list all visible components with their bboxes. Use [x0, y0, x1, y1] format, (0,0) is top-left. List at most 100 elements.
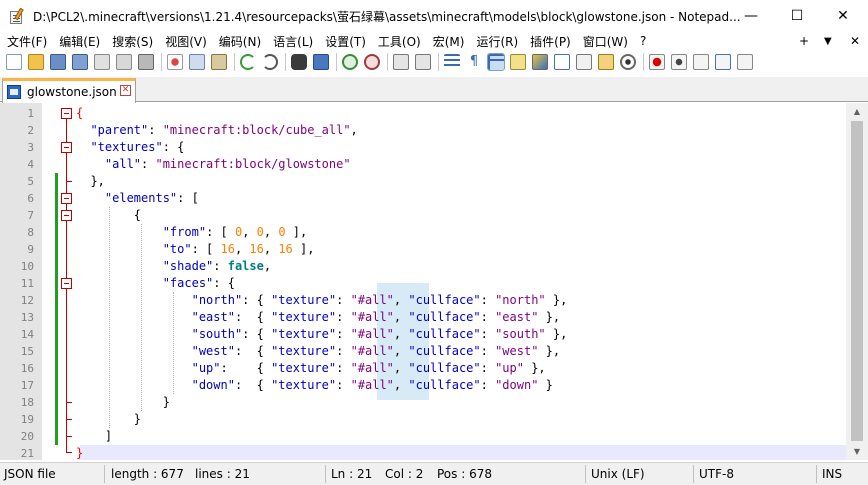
fold-toggle-icon[interactable]	[61, 142, 72, 153]
line-number: 21	[20, 447, 34, 460]
paste-icon[interactable]	[211, 54, 227, 70]
menu-help[interactable]: ?	[633, 34, 651, 48]
find-icon[interactable]	[291, 54, 307, 70]
vertical-scrollbar[interactable]: ▲ ▼	[846, 103, 868, 460]
user-defined-language-icon[interactable]	[510, 54, 526, 70]
status-bar: JSON file length : 677 lines : 21 Ln : 2…	[0, 462, 868, 485]
fold-end-mark	[66, 419, 72, 420]
toolbar-separator	[234, 53, 235, 71]
current-line-highlight	[80, 445, 846, 460]
undo-icon[interactable]	[240, 54, 256, 70]
status-eol-format[interactable]: Unix (LF)	[587, 463, 645, 485]
scroll-down-arrow-icon[interactable]: ▼	[846, 443, 868, 460]
save-all-icon[interactable]	[72, 54, 88, 70]
tab-bar: glowstone.json ✕	[0, 77, 868, 103]
fold-toggle-icon[interactable]	[61, 210, 72, 221]
line-number: 15	[20, 345, 34, 358]
redo-icon[interactable]	[262, 54, 278, 70]
code-line: "parent": "minecraft:block/cube_all",	[90, 123, 358, 137]
tab-list-dropdown-button[interactable]: ▼	[824, 32, 832, 50]
change-marker	[55, 190, 58, 445]
fold-end-mark	[66, 436, 72, 437]
menu-plugins[interactable]: 插件(P)	[523, 33, 576, 50]
new-file-icon[interactable]	[6, 54, 22, 70]
close-button[interactable]: ✕	[820, 0, 866, 32]
fold-toggle-icon[interactable]	[61, 193, 72, 204]
tab-close-icon[interactable]: ✕	[120, 85, 131, 96]
code-line: },	[76, 174, 105, 188]
code-line: "south": { "texture": "#all", "cullface"…	[191, 327, 568, 341]
line-number: 18	[20, 396, 34, 409]
macro-stop-icon[interactable]	[671, 54, 687, 70]
status-encoding[interactable]: UTF-8	[695, 463, 734, 485]
menu-language[interactable]: 语言(L)	[266, 33, 318, 50]
maximize-button[interactable]: ☐	[774, 0, 820, 32]
new-tab-plus-button[interactable]: +	[799, 32, 809, 50]
replace-icon[interactable]	[313, 54, 329, 70]
menu-edit[interactable]: 编辑(E)	[52, 33, 105, 50]
notepad-plus-plus-app-icon	[9, 7, 25, 24]
macro-save-icon[interactable]	[737, 54, 753, 70]
line-number: 11	[20, 277, 34, 290]
sync-vertical-scroll-icon[interactable]	[393, 54, 409, 70]
line-number: 9	[27, 243, 34, 256]
sync-horizontal-scroll-icon[interactable]	[415, 54, 431, 70]
copy-icon[interactable]	[189, 54, 205, 70]
code-line: {	[76, 208, 142, 222]
indent-guide-icon[interactable]	[487, 53, 505, 71]
menu-file[interactable]: 文件(F)	[0, 33, 52, 50]
open-file-icon[interactable]	[28, 54, 44, 70]
toolbar-separator	[336, 53, 337, 71]
menu-encoding[interactable]: 编码(N)	[212, 33, 266, 50]
menu-tools[interactable]: 工具(O)	[371, 33, 426, 50]
menu-view[interactable]: 视图(V)	[158, 33, 212, 50]
folder-as-workspace-icon[interactable]	[598, 54, 614, 70]
line-number-gutter: 1 2 3 4 5 6 7 8 9 10 11 12 13 14 15 16 1…	[0, 103, 42, 460]
fold-end-mark	[66, 402, 72, 403]
code-editor[interactable]: 1 2 3 4 5 6 7 8 9 10 11 12 13 14 15 16 1…	[0, 103, 868, 460]
code-line: "from": [ 0, 0, 0 ],	[162, 225, 308, 239]
tab-glowstone-json[interactable]: glowstone.json ✕	[2, 78, 136, 103]
status-insert-mode[interactable]: INS	[818, 463, 842, 485]
monitoring-eye-icon[interactable]	[620, 54, 636, 70]
menu-bar: 文件(F) 编辑(E) 搜索(S) 视图(V) 编码(N) 语言(L) 设置(T…	[0, 32, 868, 50]
code-line: }	[76, 395, 170, 409]
fold-toggle-icon[interactable]	[61, 108, 72, 119]
code-line: }	[76, 446, 84, 460]
code-line: "east": { "texture": "#all", "cullface":…	[191, 310, 561, 324]
macro-run-multiple-icon[interactable]	[715, 54, 731, 70]
line-number: 3	[27, 141, 34, 154]
code-line: }	[76, 412, 142, 426]
document-map-icon[interactable]	[532, 54, 548, 70]
line-number: 20	[20, 430, 34, 443]
close-file-icon[interactable]	[94, 54, 110, 70]
cut-icon[interactable]	[167, 54, 183, 70]
macro-record-icon[interactable]	[649, 54, 665, 70]
tab-label: glowstone.json	[27, 85, 117, 99]
fold-toggle-icon[interactable]	[61, 278, 72, 289]
close-document-button[interactable]: ✕	[850, 32, 860, 50]
minimize-button[interactable]: —	[728, 0, 774, 32]
close-all-icon[interactable]	[116, 54, 132, 70]
scroll-up-arrow-icon[interactable]: ▲	[846, 103, 868, 120]
menu-run[interactable]: 运行(R)	[469, 33, 523, 50]
menu-window[interactable]: 窗口(W)	[576, 33, 633, 50]
toolbar-separator	[387, 53, 388, 71]
save-icon[interactable]	[50, 54, 66, 70]
print-icon[interactable]	[138, 54, 154, 70]
function-list-icon[interactable]	[576, 54, 592, 70]
scrollbar-thumb[interactable]	[851, 121, 863, 441]
macro-play-icon[interactable]	[693, 54, 709, 70]
menu-search[interactable]: 搜索(S)	[105, 33, 158, 50]
line-number: 17	[20, 379, 34, 392]
code-line: "up": { "texture": "#all", "cullface": "…	[191, 361, 546, 375]
word-wrap-icon[interactable]	[444, 54, 460, 70]
line-number: 5	[27, 175, 34, 188]
zoom-out-icon[interactable]	[364, 54, 380, 70]
line-number: 8	[27, 226, 34, 239]
zoom-in-icon[interactable]	[342, 54, 358, 70]
show-all-characters-icon[interactable]: ¶	[466, 54, 482, 70]
menu-macro[interactable]: 宏(M)	[426, 33, 470, 50]
document-list-icon[interactable]	[554, 54, 570, 70]
menu-settings[interactable]: 设置(T)	[318, 33, 371, 50]
